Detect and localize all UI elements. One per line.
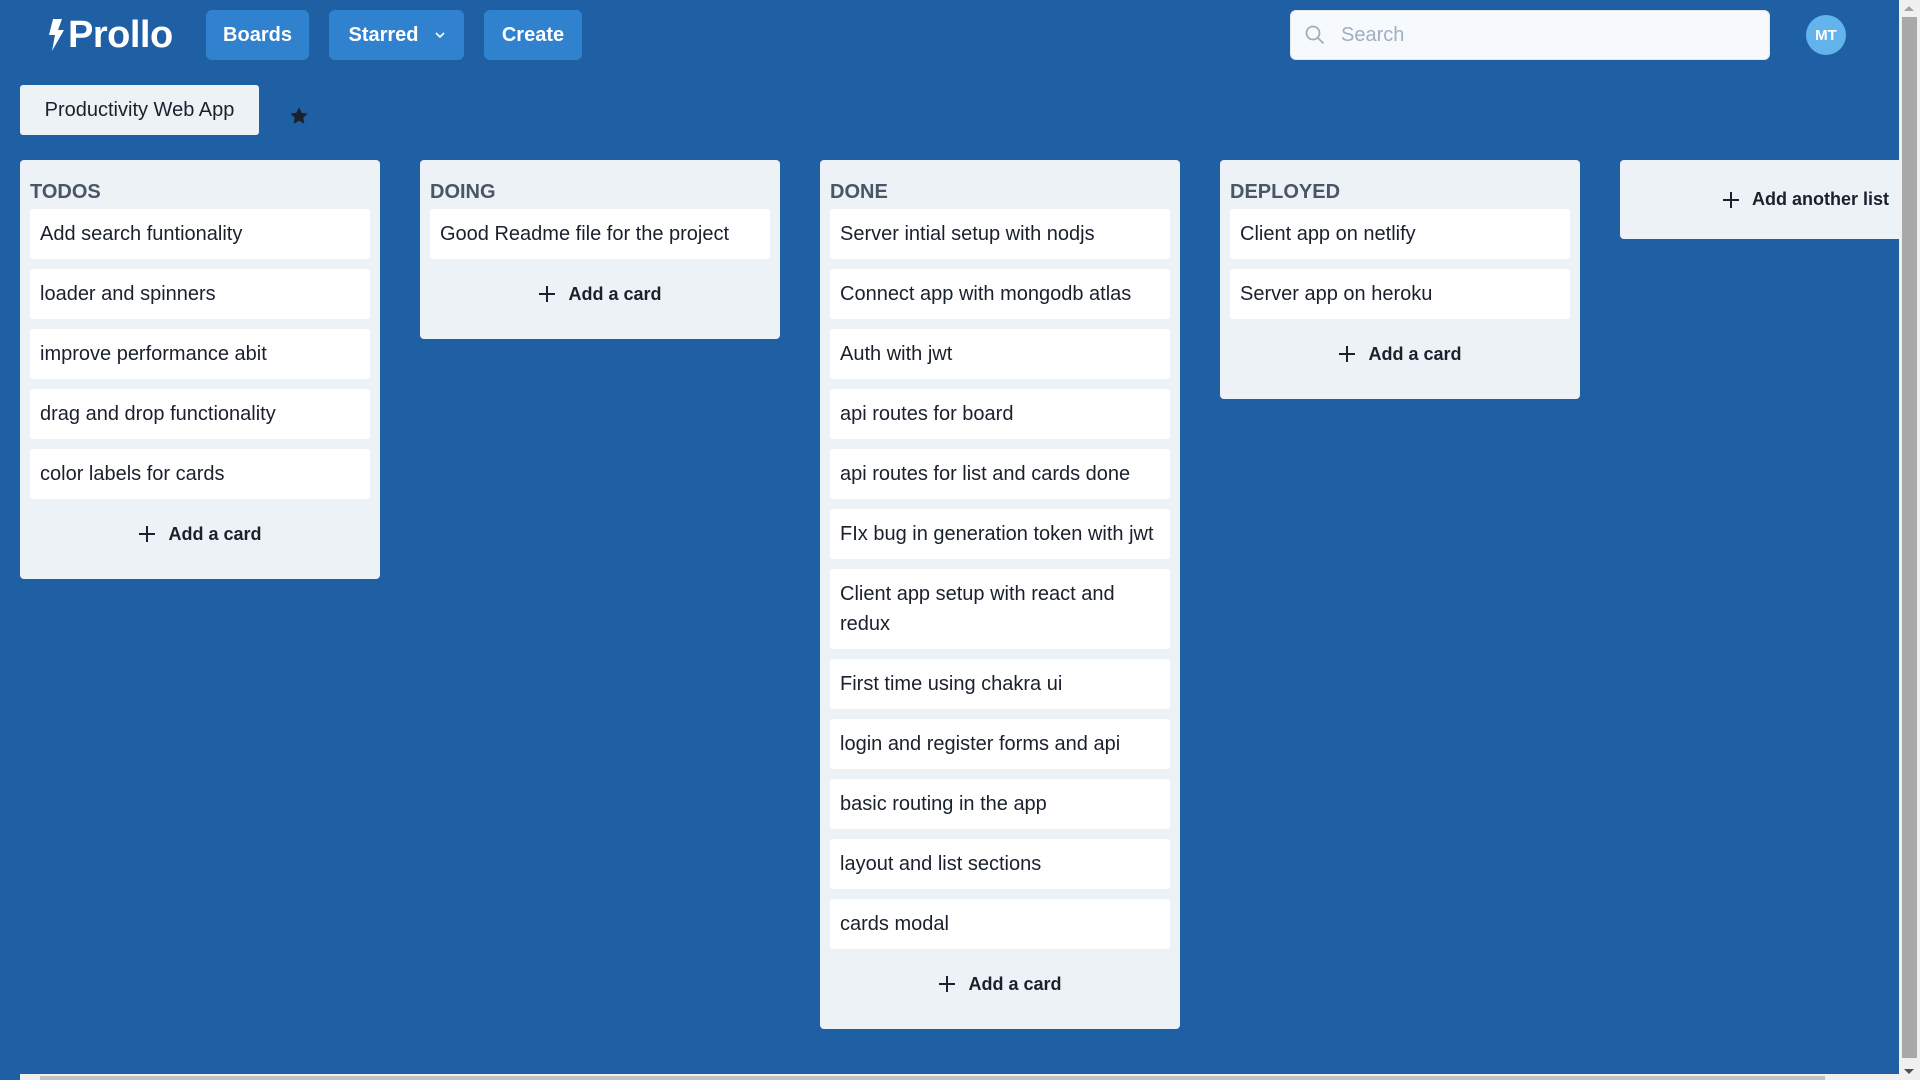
add-another-list-button[interactable]: Add another list [1620, 160, 1920, 239]
card[interactable]: login and register forms and api [830, 719, 1170, 769]
scroll-down-arrow-icon[interactable] [1904, 1069, 1914, 1074]
chevron-down-icon [434, 31, 445, 39]
card[interactable]: Server app on heroku [1230, 269, 1570, 319]
add-card-label: Add a card [968, 973, 1062, 994]
card[interactable]: Client app on netlify [1230, 209, 1570, 259]
card[interactable]: Good Readme file for the project [430, 209, 770, 259]
add-card-button[interactable]: Add a card [1230, 329, 1570, 379]
add-another-list-label: Add another list [1752, 189, 1890, 209]
board-title: Productivity Web App [44, 98, 235, 121]
list-title[interactable]: DEPLOYED [1230, 170, 1570, 209]
search-icon [1305, 25, 1325, 45]
plus-icon [1338, 345, 1356, 363]
plus-icon [938, 975, 956, 993]
card[interactable]: Auth with jwt [830, 329, 1170, 379]
list-doing: DOING Good Readme file for the project Add… [420, 160, 780, 339]
board-title-button[interactable]: Productivity Web App [20, 85, 259, 135]
card[interactable]: cards modal [830, 899, 1170, 949]
star-board-button[interactable] [288, 105, 310, 127]
card[interactable]: color labels for cards [30, 449, 370, 499]
list-todos: TODOS Add search funtionality loader and s… [20, 160, 380, 579]
user-avatar[interactable]: MT [1806, 15, 1846, 55]
board-page: Prollo Boards Starred Create MT [0, 0, 1920, 1080]
top-nav-bar: Prollo Boards Starred Create MT [0, 0, 1899, 70]
card[interactable]: Add search funtionality [30, 209, 370, 259]
lightning-bolt-icon [49, 19, 64, 51]
app-logo[interactable]: Prollo [48, 12, 173, 58]
add-card-label: Add a card [168, 523, 262, 544]
card[interactable]: layout and list sections [830, 839, 1170, 889]
search-input[interactable] [1341, 23, 1761, 47]
boards-button-label: Boards [223, 23, 292, 46]
add-card-button[interactable]: Add a card [430, 269, 770, 319]
create-button[interactable]: Create [484, 10, 582, 60]
card[interactable]: Connect app with mongodb atlas [830, 269, 1170, 319]
vertical-scrollbar-thumb[interactable] [1902, 17, 1917, 1058]
vertical-scrollbar[interactable] [1899, 0, 1920, 1080]
search-box[interactable] [1290, 10, 1770, 60]
card[interactable]: drag and drop functionality [30, 389, 370, 439]
plus-icon [538, 285, 556, 303]
logo-text: Prollo [68, 13, 173, 56]
add-card-label: Add a card [568, 283, 662, 304]
list-title[interactable]: DOING [430, 170, 770, 209]
card[interactable]: api routes for board [830, 389, 1170, 439]
card[interactable]: basic routing in the app [830, 779, 1170, 829]
plus-icon [1722, 191, 1740, 209]
list-done: DONE Server intial setup with nodjs Connec… [820, 160, 1180, 1029]
create-button-label: Create [501, 23, 565, 46]
card[interactable]: loader and spinners [30, 269, 370, 319]
avatar-initials: MT [1815, 26, 1837, 44]
list-title[interactable]: TODOS [30, 170, 370, 209]
add-card-button[interactable]: Add a card [30, 509, 370, 559]
card[interactable]: Client app setup with react and redux [830, 569, 1170, 649]
card[interactable]: Server intial setup with nodjs [830, 209, 1170, 259]
add-card-button[interactable]: Add a card [830, 959, 1170, 1009]
star-icon [290, 107, 308, 124]
add-card-label: Add a card [1368, 343, 1462, 364]
starred-button-label: Starred [348, 23, 419, 46]
boards-button[interactable]: Boards [206, 10, 309, 60]
list-deployed: DEPLOYED Client app on netlify Server app … [1220, 160, 1580, 399]
starred-dropdown-button[interactable]: Starred [329, 10, 464, 60]
horizontal-scrollbar-thumb[interactable] [40, 1076, 1825, 1080]
card[interactable]: api routes for list and cards done [830, 449, 1170, 499]
plus-icon [138, 525, 156, 543]
card[interactable]: First time using chakra ui [830, 659, 1170, 709]
horizontal-scrollbar[interactable] [20, 1074, 1899, 1080]
scroll-up-arrow-icon[interactable] [1904, 6, 1914, 11]
list-title[interactable]: DONE [830, 170, 1170, 209]
card[interactable]: FIx bug in generation token with jwt [830, 509, 1170, 559]
card[interactable]: improve performance abit [30, 329, 370, 379]
